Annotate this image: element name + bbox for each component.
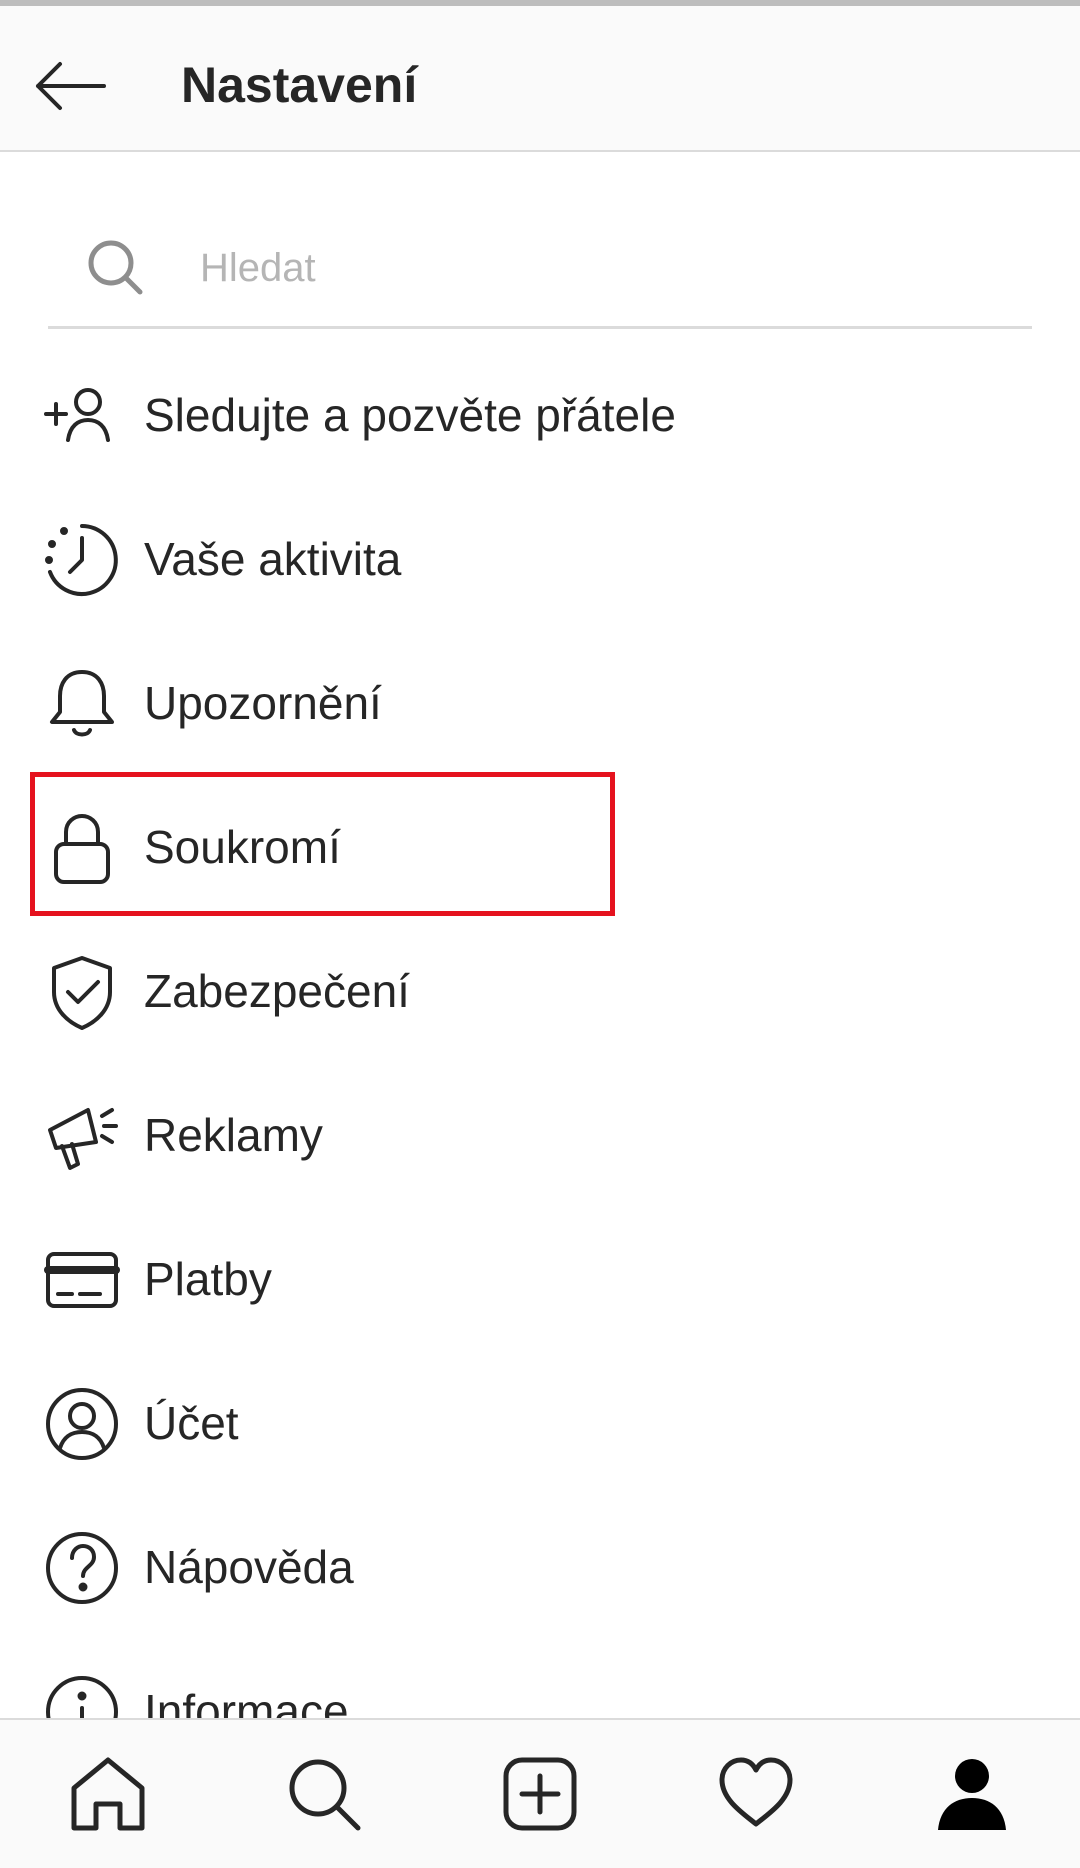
menu-item-payments[interactable]: Platby (0, 1204, 1080, 1348)
menu-item-ads[interactable]: Reklamy (0, 1060, 1080, 1204)
menu-item-notifications[interactable]: Upozornění (0, 628, 1080, 772)
menu-item-label: Sledujte a pozvěte přátele (144, 389, 676, 441)
lock-icon (42, 808, 122, 888)
menu-item-label: Platby (144, 1253, 272, 1305)
card-icon (42, 1240, 122, 1320)
menu-item-activity[interactable]: Vaše aktivita (0, 484, 1080, 628)
app-header: Nastavení (0, 6, 1080, 152)
tab-activity[interactable] (714, 1752, 798, 1836)
menu-item-help[interactable]: Nápověda (0, 1492, 1080, 1636)
back-button[interactable] (30, 46, 110, 126)
shield-check-icon (42, 952, 122, 1032)
search-icon (88, 240, 143, 295)
menu-item-label: Upozornění (144, 677, 382, 729)
settings-menu: Sledujte a pozvěte přátele Vaše aktivita… (0, 340, 1080, 1780)
help-icon (42, 1528, 122, 1608)
search-bar[interactable] (48, 208, 1032, 329)
search-input[interactable] (198, 234, 1002, 302)
tab-add-post[interactable] (498, 1752, 582, 1836)
tab-search[interactable] (282, 1752, 366, 1836)
menu-item-account[interactable]: Účet (0, 1348, 1080, 1492)
profile-icon (938, 1759, 1006, 1830)
bottom-tab-bar (0, 1718, 1080, 1868)
home-icon (71, 1757, 145, 1831)
tab-profile[interactable] (930, 1752, 1014, 1836)
menu-item-label: Zabezpečení (144, 965, 410, 1017)
menu-item-label: Reklamy (144, 1109, 323, 1161)
megaphone-icon (42, 1096, 122, 1176)
page-title: Nastavení (181, 57, 418, 113)
heart-icon (719, 1757, 793, 1827)
menu-item-privacy[interactable]: Soukromí (0, 772, 1080, 916)
tab-home[interactable] (66, 1752, 150, 1836)
activity-clock-icon (42, 520, 122, 600)
back-arrow-icon (36, 62, 106, 110)
add-post-icon (503, 1757, 577, 1831)
menu-item-label: Vaše aktivita (144, 533, 402, 585)
add-person-icon (42, 376, 122, 456)
bell-icon (42, 664, 122, 744)
menu-item-security[interactable]: Zabezpečení (0, 916, 1080, 1060)
search-icon (289, 1759, 361, 1831)
menu-item-label: Soukromí (144, 821, 341, 873)
menu-item-label: Nápověda (144, 1541, 354, 1593)
account-circle-icon (42, 1384, 122, 1464)
menu-item-follow-invite[interactable]: Sledujte a pozvěte přátele (0, 340, 1080, 484)
menu-item-label: Účet (144, 1397, 239, 1449)
